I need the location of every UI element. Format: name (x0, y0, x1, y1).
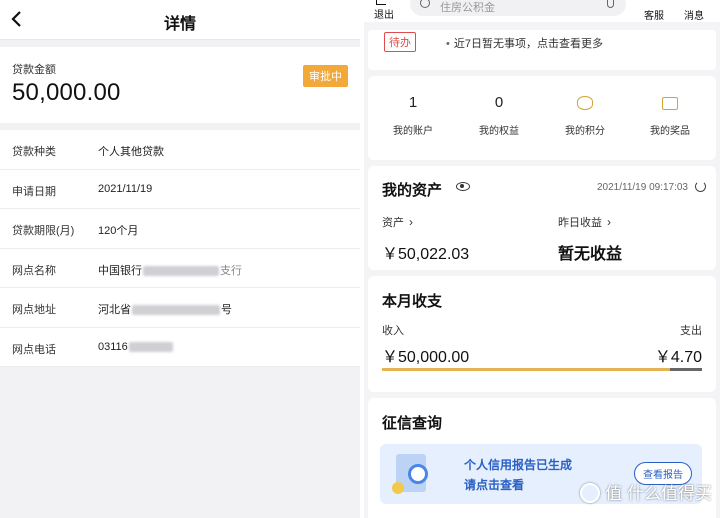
assets-link[interactable]: 资产 › (382, 214, 413, 230)
stat-my-rights[interactable]: 0 我的权益 (459, 94, 539, 137)
nav-bar: 详情 (0, 0, 360, 40)
yesterday-value: 暂无收益 (558, 246, 623, 263)
detail-value-visible: 03116 (98, 340, 128, 353)
detail-value: 2021/11/19 (98, 182, 153, 195)
banner-line-1: 个人信用报告已生成 (464, 458, 573, 472)
stat-value: 0 (494, 94, 504, 111)
income-expense-bar (382, 368, 702, 371)
detail-value: 03116 (98, 341, 174, 353)
eye-icon[interactable] (456, 182, 470, 191)
yesterday-earnings-link[interactable]: 昨日收益 › (558, 214, 611, 230)
search-input[interactable]: 住房公积金 (410, 0, 626, 16)
chevron-right-icon: › (607, 215, 611, 229)
redacted-text (143, 265, 219, 276)
detail-value-tail: 号 (221, 304, 232, 316)
exit-icon[interactable] (376, 0, 386, 5)
stat-my-points[interactable]: 我的积分 (545, 94, 625, 137)
microphone-icon[interactable] (607, 0, 614, 8)
detail-row-branch-phone: 网点电话 03116 (0, 328, 360, 367)
stat-my-accounts[interactable]: 1 我的账户 (373, 94, 453, 137)
detail-label: 网点电话 (12, 343, 56, 356)
todo-text: • 近7日暂无事项，点击查看更多 (446, 35, 603, 51)
detail-value-visible: 中国银行 (98, 264, 142, 277)
prize-card-icon (662, 97, 678, 110)
timestamp: 2021/11/19 09:17:03 (596, 182, 688, 193)
stat-my-prizes[interactable]: 我的奖品 (630, 94, 710, 137)
detail-value-tail: 支行 (220, 264, 242, 277)
detail-label: 贷款种类 (12, 146, 56, 158)
yesterday-label: 昨日收益 (558, 217, 602, 229)
home-screen: 退出 住房公积金 客服 消息 待办 • 近7日暂无事项，点击查看更多 1 我的账户… (364, 0, 720, 518)
detail-row-branch-name: 网点名称 中国银行 支行 (0, 249, 360, 288)
watermark-text: 值 什么值得买 (605, 484, 712, 503)
stats-row: 1 我的账户 0 我的权益 我的积分 我的奖品 (368, 76, 716, 160)
loan-amount-value: 50,000.00 (12, 79, 121, 106)
watermark: 值 什么值得买 (580, 479, 712, 504)
redacted-text (132, 305, 220, 316)
loan-amount-label: 贷款金额 (12, 64, 56, 76)
messages-button[interactable]: 消息 (684, 7, 704, 22)
exit-button[interactable]: 退出 (374, 6, 394, 21)
section-title: 征信查询 (382, 415, 443, 432)
refresh-icon[interactable] (695, 181, 706, 192)
search-icon (420, 0, 430, 8)
detail-row-loan-type: 贷款种类 个人其他贷款 (0, 130, 360, 170)
search-placeholder: 住房公积金 (440, 2, 495, 14)
stat-label: 我的账户 (393, 126, 433, 137)
stat-label: 我的权益 (479, 126, 519, 137)
stat-label: 我的积分 (565, 126, 605, 137)
detail-value: 120个月 (98, 225, 139, 237)
monthly-income-expense-card[interactable]: 本月收支 收入 支出 ￥50,000.00 ￥4.70 (368, 276, 716, 392)
coin-stack-icon (577, 96, 593, 110)
watermark-logo-icon (580, 483, 601, 503)
chevron-right-icon: › (409, 215, 413, 229)
section-title: 本月收支 (382, 293, 443, 310)
stat-icon-wrap (545, 94, 625, 114)
detail-label: 网点名称 (12, 264, 56, 277)
loan-detail-screen: 详情 贷款金额 50,000.00 审批中 贷款种类 个人其他贷款 申请日期 2… (0, 0, 360, 518)
assets-label: 资产 (382, 217, 404, 229)
bullet-dot: • (446, 38, 450, 50)
detail-value: 个人其他贷款 (98, 146, 164, 158)
expense-label: 支出 (680, 325, 702, 337)
todo-badge: 待办 (384, 32, 416, 52)
income-value: ￥50,000.00 (382, 349, 470, 366)
coin-icon (392, 482, 404, 494)
stat-label: 我的奖品 (650, 126, 690, 137)
detail-label: 贷款期限(月) (12, 225, 75, 237)
assets-value: ￥50,022.03 (382, 246, 470, 263)
detail-value: 河北省 号 (98, 301, 232, 317)
detail-label: 网点地址 (12, 304, 56, 316)
status-badge: 审批中 (303, 65, 348, 87)
top-bar: 退出 住房公积金 客服 消息 (364, 0, 720, 22)
section-title: 我的资产 (382, 182, 443, 199)
loan-amount-card: 贷款金额 50,000.00 审批中 (0, 47, 360, 123)
detail-label: 申请日期 (12, 185, 56, 198)
banner-line-2: 请点击查看 (464, 478, 525, 492)
loan-details-list: 贷款种类 个人其他贷款 申请日期 2021/11/19 贷款期限(月) 120个… (0, 130, 360, 367)
stat-value: 1 (408, 94, 418, 111)
todo-bar[interactable]: 待办 • 近7日暂无事项，点击查看更多 (368, 30, 716, 70)
redacted-text (128, 341, 173, 352)
magnifier-icon (408, 464, 428, 484)
detail-row-loan-term: 贷款期限(月) 120个月 (0, 209, 360, 249)
customer-service-button[interactable]: 客服 (644, 7, 664, 22)
detail-value: 中国银行 支行 (98, 262, 242, 278)
income-bar-fill (382, 368, 670, 371)
todo-message: 近7日暂无事项，点击查看更多 (453, 38, 603, 50)
detail-value-visible: 河北省 (98, 304, 131, 316)
detail-row-apply-date: 申请日期 2021/11/19 (0, 170, 360, 209)
page-title: 详情 (163, 16, 196, 33)
detail-row-branch-address: 网点地址 河北省 号 (0, 288, 360, 328)
stat-icon-wrap (630, 94, 710, 114)
my-assets-card: 我的资产 2021/11/19 09:17:03 资产 › ￥50,022.03 … (368, 166, 716, 270)
expense-value: ￥4.70 (654, 349, 702, 366)
income-label: 收入 (382, 325, 404, 337)
